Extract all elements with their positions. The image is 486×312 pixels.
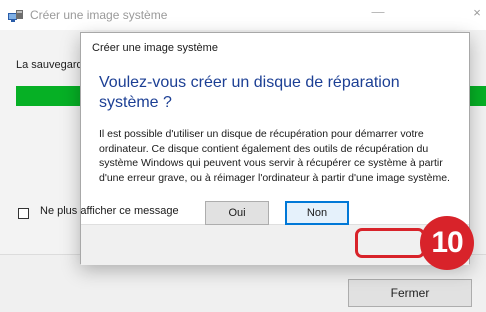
background-title-bar: Créer une image système — × (0, 0, 486, 30)
dont-show-again-checkbox[interactable] (18, 208, 29, 219)
non-button-highlight (355, 228, 425, 258)
minimize-button[interactable]: — (368, 4, 388, 19)
system-image-app-icon (8, 9, 24, 22)
non-button[interactable]: Non (285, 201, 349, 225)
dialog-heading: Voulez-vous créer un disque de réparatio… (99, 74, 400, 111)
step-number-badge: 10 (420, 216, 474, 270)
background-window-title: Créer une image système (30, 8, 168, 22)
fermer-button[interactable]: Fermer (348, 279, 472, 307)
backup-status-text: La sauvegarde (16, 59, 89, 71)
dialog-body-text: Il est possible d'utiliser un disque de … (99, 128, 450, 184)
close-icon[interactable]: × (468, 5, 486, 20)
dialog-title: Créer une image système (92, 42, 218, 54)
dont-show-again-label[interactable]: Ne plus afficher ce message (40, 205, 179, 217)
oui-button[interactable]: Oui (205, 201, 269, 225)
